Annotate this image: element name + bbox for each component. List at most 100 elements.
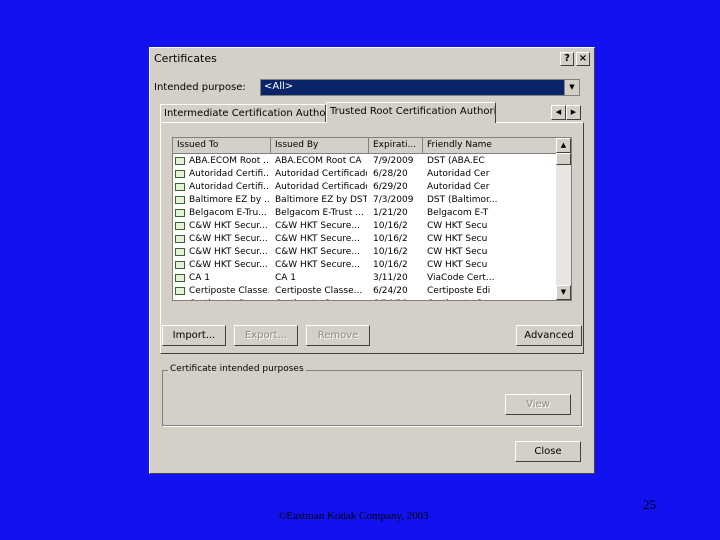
table-row[interactable]: CA 1 CA 1 3/11/20 ViaCode Cert... bbox=[173, 272, 558, 285]
cell-friendly-name: Certiposte Se bbox=[427, 298, 555, 300]
cell-issued-by: Autoridad Certificado... bbox=[275, 169, 367, 179]
certificate-icon bbox=[175, 300, 185, 301]
cell-issued-to: Certiposte Classe... bbox=[189, 286, 269, 296]
cell-issued-by: C&W HKT Secure... bbox=[275, 260, 360, 270]
table-row[interactable]: Certiposte Serveur Certiposte Serveur 6/24… bbox=[173, 298, 558, 301]
cell-issued-to: ABA.ECOM Root ... bbox=[189, 156, 269, 166]
table-row[interactable]: C&W HKT Secur... C&W HKT Secure... 10/16/2… bbox=[173, 220, 558, 233]
cell-issued-to: Autoridad Certifi... bbox=[189, 182, 269, 192]
slide-footer: ©Eastman Kodak Company, 2003 bbox=[278, 510, 429, 522]
certificates-dialog: Certificates ? × Intended purpose: <All>… bbox=[149, 47, 595, 474]
table-row[interactable]: C&W HKT Secur... C&W HKT Secure... 10/16/2… bbox=[173, 259, 558, 272]
slide-page-number: 25 bbox=[643, 497, 656, 512]
cell-friendly-name: Autoridad Cer bbox=[427, 169, 490, 179]
cell-friendly-name: CW HKT Secu bbox=[427, 247, 488, 257]
cell-expiration: 7/9/2009 bbox=[373, 156, 414, 166]
table-row[interactable]: Belgacom E-Tru... Belgacom E-Trust ... 1/2… bbox=[173, 207, 558, 220]
cell-friendly-name: ViaCode Cert... bbox=[427, 273, 495, 283]
intended-purposes-label: Certificate intended purposes bbox=[168, 364, 306, 374]
table-row[interactable]: Autoridad Certifi... Autoridad Certificad… bbox=[173, 181, 558, 194]
cell-friendly-name: CW HKT Secu bbox=[427, 234, 488, 244]
column-issued-to[interactable]: Issued To bbox=[173, 138, 271, 154]
certificate-icon bbox=[175, 183, 185, 191]
tab-scroll-right-icon[interactable]: ▶ bbox=[566, 105, 581, 120]
export-button[interactable]: Export... bbox=[234, 325, 298, 346]
tab-intermediate[interactable]: Intermediate Certification Authorities bbox=[160, 104, 326, 122]
cell-expiration: 10/16/2 bbox=[373, 221, 408, 231]
scroll-thumb[interactable] bbox=[556, 153, 571, 165]
cell-issued-to: Certiposte Serveur bbox=[189, 298, 269, 300]
cell-friendly-name: DST (Baltimor... bbox=[427, 195, 498, 205]
cell-issued-by: CA 1 bbox=[275, 273, 297, 283]
cell-friendly-name: Certiposte Edi bbox=[427, 286, 491, 296]
cell-issued-to: Baltimore EZ by ... bbox=[189, 195, 269, 205]
certificate-icon bbox=[175, 248, 185, 256]
cell-friendly-name: DST (ABA.EC bbox=[427, 156, 485, 166]
list-scrollbar[interactable]: ▲ ▼ bbox=[556, 138, 571, 300]
tab-trusted-root-label: Trusted Root Certification Authorities bbox=[330, 106, 495, 117]
column-friendly-name[interactable]: Friendly Name bbox=[423, 138, 558, 154]
cell-expiration: 10/16/2 bbox=[373, 247, 408, 257]
tab-scroll-left-icon[interactable]: ◀ bbox=[551, 105, 566, 120]
cell-issued-by: Belgacom E-Trust ... bbox=[275, 208, 364, 218]
cell-issued-by: Certiposte Classe... bbox=[275, 286, 363, 296]
view-button[interactable]: View bbox=[505, 394, 571, 415]
cell-issued-by: Baltimore EZ by DST bbox=[275, 195, 367, 205]
cell-expiration: 10/16/2 bbox=[373, 260, 408, 270]
table-row[interactable]: ABA.ECOM Root ... ABA.ECOM Root CA 7/9/200… bbox=[173, 155, 558, 168]
certificate-icon bbox=[175, 222, 185, 230]
cell-friendly-name: Autoridad Cer bbox=[427, 182, 490, 192]
dialog-titlebar[interactable]: Certificates ? × bbox=[152, 50, 592, 68]
scroll-up-icon[interactable]: ▲ bbox=[556, 138, 571, 153]
cell-issued-to: C&W HKT Secur... bbox=[189, 234, 268, 244]
table-row[interactable]: C&W HKT Secur... C&W HKT Secure... 10/16/2… bbox=[173, 246, 558, 259]
advanced-button[interactable]: Advanced bbox=[516, 325, 582, 346]
cell-expiration: 6/28/20 bbox=[373, 169, 408, 179]
cell-expiration: 6/29/20 bbox=[373, 182, 408, 192]
cell-friendly-name: Belgacom E-T bbox=[427, 208, 489, 218]
cell-expiration: 6/24/20 bbox=[373, 286, 408, 296]
table-row[interactable]: Baltimore EZ by ... Baltimore EZ by DST 7/… bbox=[173, 194, 558, 207]
certificate-list[interactable]: Issued To Issued By Expirati... Friendly… bbox=[172, 137, 572, 301]
cell-issued-to: C&W HKT Secur... bbox=[189, 260, 268, 270]
cell-expiration: 6/24/20 bbox=[373, 298, 421, 300]
table-row[interactable]: Autoridad Certifi... Autoridad Certificad… bbox=[173, 168, 558, 181]
cell-issued-to: CA 1 bbox=[189, 273, 211, 283]
column-expiration[interactable]: Expirati... bbox=[369, 138, 423, 154]
intended-purpose-value: <All> bbox=[264, 81, 294, 92]
certificate-icon bbox=[175, 235, 185, 243]
close-button[interactable]: Close bbox=[515, 441, 581, 462]
cell-issued-by: C&W HKT Secure... bbox=[275, 221, 360, 231]
cell-issued-to: C&W HKT Secur... bbox=[189, 221, 268, 231]
tab-intermediate-label: Intermediate Certification Authorities bbox=[164, 108, 326, 119]
dropdown-arrow-icon[interactable]: ▼ bbox=[564, 80, 579, 95]
cell-friendly-name: CW HKT Secu bbox=[427, 221, 488, 231]
cell-issued-by: C&W HKT Secure... bbox=[275, 234, 360, 244]
table-row[interactable]: Certiposte Classe... Certiposte Classe...… bbox=[173, 285, 558, 298]
import-button[interactable]: Import... bbox=[162, 325, 226, 346]
column-issued-by[interactable]: Issued By bbox=[271, 138, 369, 154]
cell-expiration: 1/21/20 bbox=[373, 208, 408, 218]
cell-issued-to: C&W HKT Secur... bbox=[189, 247, 268, 257]
certificate-icon bbox=[175, 196, 185, 204]
tab-trusted-root[interactable]: Trusted Root Certification Authorities bbox=[326, 102, 496, 123]
certificate-icon bbox=[175, 287, 185, 295]
cell-expiration: 7/3/2009 bbox=[373, 195, 414, 205]
certificate-icon bbox=[175, 170, 185, 178]
intended-purpose-label: Intended purpose: bbox=[154, 82, 246, 93]
help-button[interactable]: ? bbox=[560, 52, 574, 66]
table-row[interactable]: C&W HKT Secur... C&W HKT Secure... 10/16/2… bbox=[173, 233, 558, 246]
intended-purpose-select[interactable]: <All> ▼ bbox=[260, 79, 580, 96]
dialog-title: Certificates bbox=[154, 52, 217, 65]
certificate-icon bbox=[175, 157, 185, 165]
remove-button[interactable]: Remove bbox=[306, 325, 370, 346]
close-icon[interactable]: × bbox=[576, 52, 590, 66]
certificate-icon bbox=[175, 209, 185, 217]
cell-issued-by: Autoridad Certificado... bbox=[275, 182, 367, 192]
cell-issued-by: ABA.ECOM Root CA bbox=[275, 156, 362, 166]
scroll-down-icon[interactable]: ▼ bbox=[556, 285, 571, 300]
certificate-icon bbox=[175, 261, 185, 269]
cell-issued-to: Autoridad Certifi... bbox=[189, 169, 269, 179]
cell-issued-to: Belgacom E-Tru... bbox=[189, 208, 267, 218]
cell-friendly-name: CW HKT Secu bbox=[427, 260, 488, 270]
